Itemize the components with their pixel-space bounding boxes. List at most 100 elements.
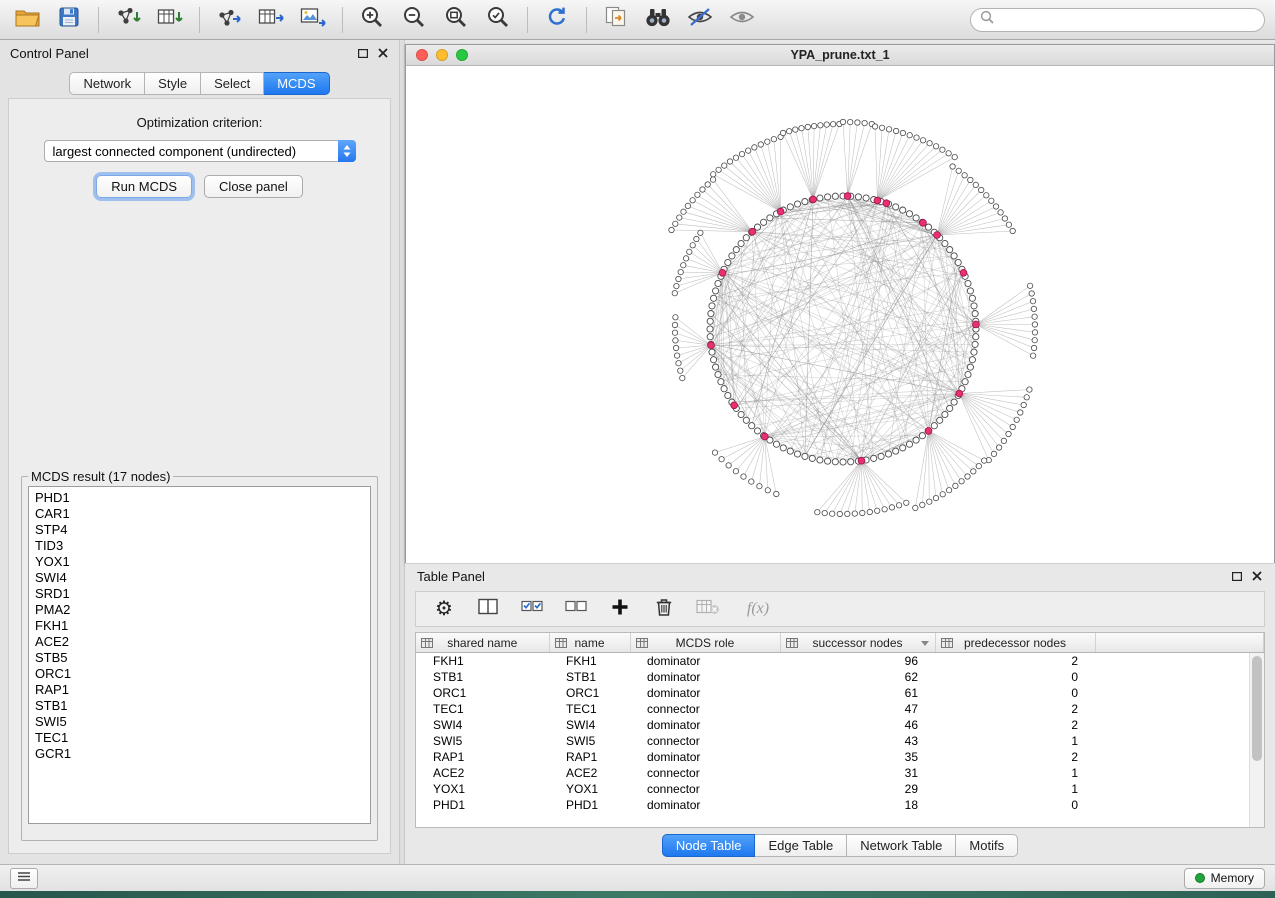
close-icon[interactable] (377, 47, 389, 59)
zoom-fit-button[interactable] (439, 5, 473, 35)
table-row[interactable]: YOX1YOX1connector291 (416, 781, 1264, 797)
export-image-button[interactable] (296, 5, 330, 35)
tab-motifs[interactable]: Motifs (956, 834, 1018, 857)
network-view-window: YPA_prune.txt_1 (405, 44, 1275, 563)
add-column-button[interactable] (608, 597, 632, 621)
mcds-result-item[interactable]: PHD1 (29, 490, 370, 506)
tab-network[interactable]: Network (69, 72, 145, 95)
import-network-button[interactable] (111, 5, 145, 35)
mcds-result-item[interactable]: CAR1 (29, 506, 370, 522)
column-header-predecessor-nodes[interactable]: predecessor nodes (935, 633, 1095, 653)
table-cell-filler (1095, 717, 1264, 733)
zoom-out-button[interactable] (397, 5, 431, 35)
table-cell: ACE2 (549, 765, 630, 781)
refresh-layout-button[interactable] (540, 5, 574, 35)
control-panel-titlebar: Control Panel (0, 40, 399, 66)
open-file-button[interactable] (10, 5, 44, 35)
float-window-icon[interactable] (1231, 570, 1243, 582)
table-row[interactable]: FKH1FKH1dominator962 (416, 653, 1264, 670)
column-header-name[interactable]: name (549, 633, 630, 653)
table-row[interactable]: ACE2ACE2connector311 (416, 765, 1264, 781)
hide-selection-button[interactable] (683, 5, 717, 35)
close-icon[interactable] (1251, 570, 1263, 582)
save-session-button[interactable] (52, 5, 86, 35)
mcds-result-item[interactable]: YOX1 (29, 554, 370, 570)
table-row[interactable]: SWI4SWI4dominator462 (416, 717, 1264, 733)
export-table-button[interactable] (254, 5, 288, 35)
delete-column-button[interactable] (652, 597, 676, 621)
network-canvas-svg[interactable] (406, 66, 1274, 563)
table-row[interactable]: STB1STB1dominator620 (416, 669, 1264, 685)
tab-network-table[interactable]: Network Table (847, 834, 956, 857)
search-input[interactable] (1000, 12, 1255, 28)
run-mcds-button[interactable]: Run MCDS (96, 175, 192, 198)
table-row[interactable]: SWI5SWI5connector431 (416, 733, 1264, 749)
table-cell-filler (1095, 749, 1264, 765)
tab-edge-table[interactable]: Edge Table (755, 834, 847, 857)
table-cell: PHD1 (416, 797, 549, 813)
control-panel: Control Panel Network Style Select MCDS … (0, 40, 400, 864)
table-cell: FKH1 (549, 653, 630, 670)
table-cell: 18 (780, 797, 935, 813)
mcds-result-item[interactable]: STB1 (29, 698, 370, 714)
mcds-result-item[interactable]: GCR1 (29, 746, 370, 762)
table-settings-button[interactable]: ⚙ (432, 597, 456, 621)
mcds-result-item[interactable]: SRD1 (29, 586, 370, 602)
select-all-button[interactable] (520, 597, 544, 621)
zoom-selected-button[interactable] (481, 5, 515, 35)
mcds-result-item[interactable]: STP4 (29, 522, 370, 538)
table-row[interactable]: ORC1ORC1dominator610 (416, 685, 1264, 701)
show-all-button[interactable] (725, 5, 759, 35)
table-row[interactable]: TEC1TEC1connector472 (416, 701, 1264, 717)
mcds-result-item[interactable]: ORC1 (29, 666, 370, 682)
clone-network-button[interactable] (599, 5, 633, 35)
show-columns-button[interactable] (476, 597, 500, 621)
mcds-result-item[interactable]: STB5 (29, 650, 370, 666)
column-header-shared-name[interactable]: shared name (416, 633, 549, 653)
table-row[interactable]: PHD1PHD1dominator180 (416, 797, 1264, 813)
open-folder-icon (15, 7, 40, 32)
column-header-successor-nodes[interactable]: successor nodes (780, 633, 935, 653)
mcds-result-list[interactable]: PHD1CAR1STP4TID3YOX1SWI4SRD1PMA2FKH1ACE2… (28, 486, 371, 824)
tab-select[interactable]: Select (201, 72, 264, 95)
export-network-button[interactable] (212, 5, 246, 35)
delete-table-button[interactable] (696, 597, 720, 621)
mcds-result-item[interactable]: SWI4 (29, 570, 370, 586)
mcds-result-item[interactable]: RAP1 (29, 682, 370, 698)
tab-node-table[interactable]: Node Table (662, 834, 756, 857)
gear-icon: ⚙ (435, 599, 453, 619)
table-cell: connector (630, 765, 780, 781)
deselect-all-button[interactable] (564, 597, 588, 621)
table-cell: YOX1 (416, 781, 549, 797)
maximize-window-button[interactable] (456, 49, 468, 61)
import-network-icon (115, 6, 141, 33)
mcds-result-item[interactable]: SWI5 (29, 714, 370, 730)
column-header-mcds-role[interactable]: MCDS role (630, 633, 780, 653)
mcds-result-item[interactable]: TEC1 (29, 730, 370, 746)
import-table-button[interactable] (153, 5, 187, 35)
panel-selector-button[interactable] (10, 868, 38, 889)
function-builder-button[interactable]: f(x) (740, 597, 776, 621)
tab-mcds[interactable]: MCDS (264, 72, 329, 95)
minimize-window-button[interactable] (436, 49, 448, 61)
find-button[interactable] (641, 5, 675, 35)
search-box[interactable] (970, 8, 1265, 32)
table-cell: 0 (935, 669, 1095, 685)
scrollbar-thumb[interactable] (1252, 656, 1262, 761)
table-cell: 0 (935, 797, 1095, 813)
mcds-result-item[interactable]: ACE2 (29, 634, 370, 650)
close-window-button[interactable] (416, 49, 428, 61)
float-window-icon[interactable] (357, 47, 369, 59)
criterion-dropdown[interactable]: largest connected component (undirected) (44, 140, 356, 162)
mcds-result-item[interactable]: PMA2 (29, 602, 370, 618)
column-type-icon (786, 637, 798, 651)
table-scrollbar[interactable] (1249, 653, 1264, 827)
zoom-in-button[interactable] (355, 5, 389, 35)
network-window-titlebar[interactable]: YPA_prune.txt_1 (406, 45, 1274, 66)
mcds-result-item[interactable]: FKH1 (29, 618, 370, 634)
memory-button[interactable]: Memory (1184, 868, 1265, 889)
table-row[interactable]: RAP1RAP1dominator352 (416, 749, 1264, 765)
tab-style[interactable]: Style (145, 72, 201, 95)
mcds-result-item[interactable]: TID3 (29, 538, 370, 554)
close-panel-button[interactable]: Close panel (204, 175, 303, 198)
